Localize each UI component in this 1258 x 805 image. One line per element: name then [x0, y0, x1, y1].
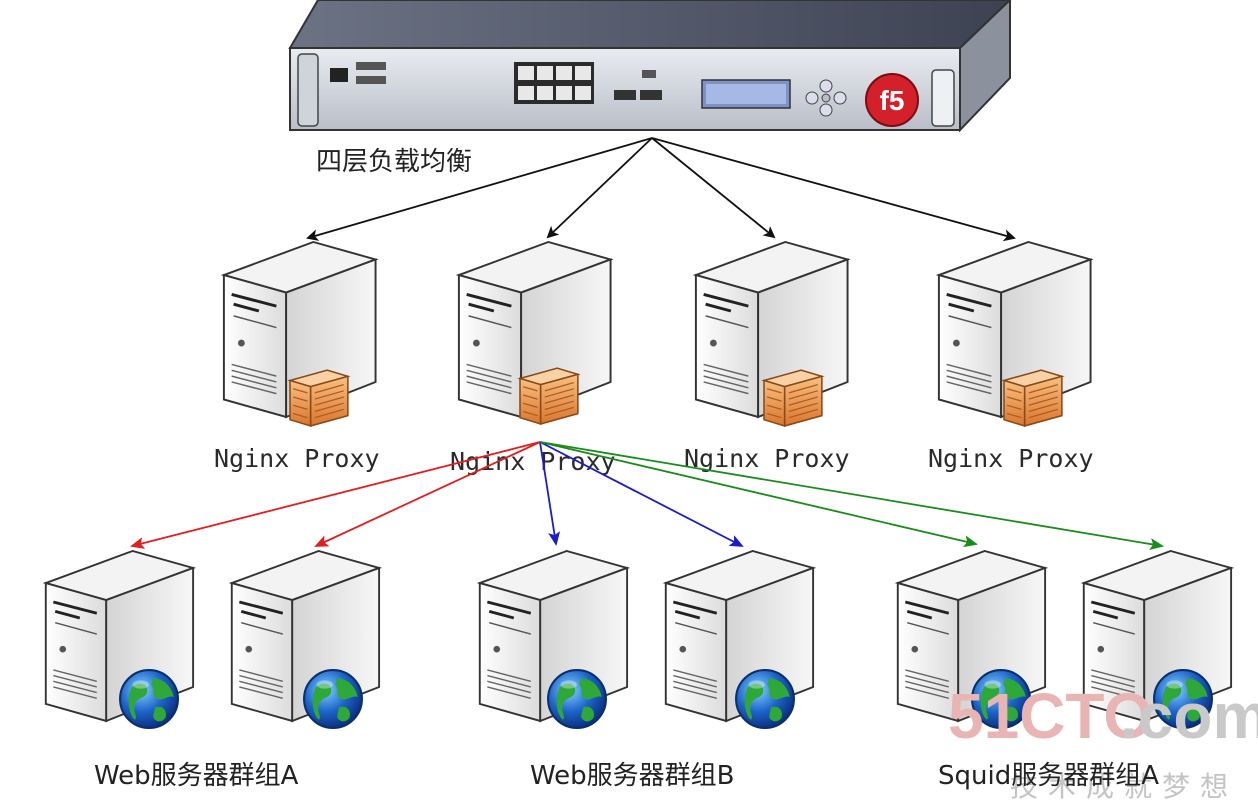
- group-label-web-b: Web服务器群组B: [530, 761, 735, 791]
- globe-icon: [119, 669, 179, 729]
- proxy-label-1: Nginx Proxy: [214, 444, 380, 473]
- web-server: [230, 549, 381, 729]
- layer4-label: 四层负载均衡: [316, 147, 472, 177]
- group-label-squid-a: Squid服务器群组A: [938, 761, 1159, 791]
- proxy-label-3: Nginx Proxy: [684, 444, 850, 473]
- group-label-web-a: Web服务器群组A: [94, 761, 299, 791]
- arrow-lb-proxy-4: [651, 137, 1016, 242]
- proxy-server-1: [222, 240, 378, 427]
- web-server: [44, 549, 195, 729]
- web-group-a: [44, 549, 381, 729]
- arrow-lb-proxy-3: [651, 137, 776, 239]
- firewall-icon: [519, 367, 579, 425]
- firewall-icon: [289, 369, 349, 427]
- brand-text: f5: [880, 85, 905, 116]
- web-group-b: [478, 549, 815, 729]
- globe-icon: [547, 669, 607, 729]
- proxy-server-3: [694, 240, 850, 427]
- firewall-icon: [1003, 369, 1063, 427]
- web-server: [478, 549, 629, 729]
- globe-icon: [735, 669, 795, 729]
- watermark-logo-gray: .com: [1120, 680, 1258, 752]
- ethernet-ports: [514, 62, 594, 104]
- proxy-server-2: [457, 240, 613, 425]
- proxy-server-4: [937, 240, 1093, 427]
- proxy-label-4: Nginx Proxy: [928, 444, 1094, 473]
- globe-icon: [303, 669, 363, 729]
- firewall-icon: [763, 369, 823, 427]
- architecture-diagram: f5 四层负载均衡 Nginx Proxy Nginx Proxy Nginx …: [44, 0, 1258, 803]
- web-server: [664, 549, 815, 729]
- load-balancer-appliance: f5: [288, 0, 1012, 133]
- f5-logo: f5: [865, 73, 919, 127]
